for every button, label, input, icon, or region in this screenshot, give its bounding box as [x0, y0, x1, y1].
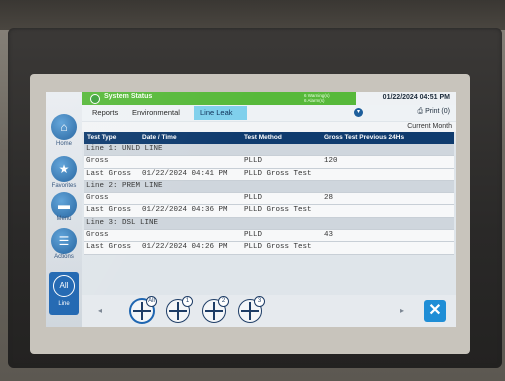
line-3-button[interactable]: 3: [238, 296, 265, 323]
breadcrumb-reports[interactable]: Reports: [92, 108, 118, 117]
line-1-button[interactable]: 1: [166, 296, 193, 323]
col-test-type: Test Type: [87, 134, 117, 141]
breadcrumb-line-leak[interactable]: Line Leak: [194, 106, 247, 120]
gross-value: 43: [324, 231, 334, 240]
date-time: 01/22/2024 04:36 PM: [142, 206, 228, 215]
test-type: Gross: [86, 231, 109, 240]
table-row[interactable]: Line 1: UNLD LINE: [84, 144, 454, 157]
line-2-button[interactable]: 2: [202, 296, 229, 323]
scroll-right-icon[interactable]: ▸: [400, 306, 404, 315]
test-type: Last Gross: [86, 243, 132, 252]
line-leak-table: Test Type Date / Time Test Method Gross …: [84, 132, 454, 255]
table-row[interactable]: Last Gross 01/22/2024 04:36 PM PLLD Gros…: [84, 205, 454, 218]
table-row[interactable]: Last Gross 01/22/2024 04:41 PM PLLD Gros…: [84, 168, 454, 181]
actions-icon[interactable]: ☰: [51, 228, 77, 254]
test-type: Gross: [86, 194, 109, 203]
scroll-left-icon[interactable]: ◂: [98, 306, 102, 315]
period-bar: Current Month: [82, 122, 456, 132]
status-bar[interactable]: System Status 6 Warning(s) 6 Alarm(s) 01…: [82, 92, 456, 105]
line-label: Line: [58, 301, 70, 307]
warning-alarm-count[interactable]: 6 Warning(s) 6 Alarm(s): [304, 93, 330, 103]
nav-favorites-label: Favorites: [51, 183, 77, 189]
home-icon[interactable]: ⌂: [51, 114, 77, 140]
close-icon[interactable]: ✕: [424, 300, 446, 322]
test-method: PLLD: [244, 194, 263, 203]
all-lines-label: All: [53, 275, 75, 297]
chevron-down-icon[interactable]: ▾: [354, 108, 363, 117]
table-row[interactable]: Gross PLLD 43: [84, 230, 454, 243]
line-title: Line 1: UNLD LINE: [86, 145, 163, 153]
period-label: Current Month: [407, 123, 452, 130]
print-label: Print (0): [425, 108, 450, 115]
table-header: Test Type Date / Time Test Method Gross …: [84, 132, 454, 144]
table-row[interactable]: Last Gross 01/22/2024 04:26 PM PLLD Gros…: [84, 242, 454, 255]
col-gross-test: Gross Test Previous 24Hs: [324, 134, 405, 141]
test-type: Last Gross: [86, 169, 132, 178]
line-title: Line 2: PREM LINE: [86, 181, 163, 190]
test-method: PLLD: [244, 231, 263, 240]
breadcrumb-environmental[interactable]: Environmental: [132, 108, 180, 117]
top-dark-band: [0, 0, 505, 30]
alarms-count: 6 Alarm(s): [304, 98, 325, 103]
star-icon[interactable]: ★: [51, 156, 77, 182]
datetime-box: 01/22/2024 04:51 PM: [356, 92, 456, 105]
status-icon: [90, 94, 100, 104]
test-method: PLLD Gross Test: [244, 243, 312, 252]
gross-value: 120: [324, 157, 338, 166]
line-selector-bar: ◂ All 1 2 3 ▸ ✕: [82, 295, 456, 327]
left-nav: ⌂ Home ★ Favorites ▬ Menu ☰ Actions All …: [46, 92, 82, 327]
test-type: Last Gross: [86, 206, 132, 215]
table-row[interactable]: Gross PLLD 120: [84, 156, 454, 169]
date-time: 01/22/2024 04:26 PM: [142, 243, 228, 252]
line-filter-button[interactable]: All Line: [49, 272, 79, 315]
test-type: Gross: [86, 157, 109, 166]
table-row[interactable]: Line 3: DSL LINE: [84, 217, 454, 231]
nav-actions-label: Actions: [54, 254, 74, 260]
line-title: Line 3: DSL LINE: [86, 218, 159, 227]
gross-value: 28: [324, 194, 334, 203]
table-row[interactable]: Line 2: PREM LINE: [84, 180, 454, 194]
col-test-method: Test Method: [244, 134, 282, 141]
date-time: 01/22/2024 04:41 PM: [142, 169, 228, 178]
line-badge: 3: [254, 296, 265, 307]
datetime: 01/22/2024 04:51 PM: [382, 94, 450, 101]
printer-icon: ⎙: [417, 108, 426, 115]
line-badge: All: [146, 296, 157, 307]
test-method: PLLD: [244, 157, 263, 166]
line-badge: 2: [218, 296, 229, 307]
line-badge: 1: [182, 296, 193, 307]
table-row[interactable]: Gross PLLD 28: [84, 193, 454, 206]
menu-icon[interactable]: ▬: [51, 192, 77, 218]
nav-home-label: Home: [55, 141, 72, 147]
line-all-button[interactable]: All: [130, 296, 157, 323]
print-button[interactable]: ⎙ Print (0): [418, 108, 450, 116]
status-title: System Status: [104, 93, 153, 100]
breadcrumb: Reports Environmental Line Leak ▾ ⎙ Prin…: [82, 105, 456, 121]
nav-menu-label: Menu: [56, 216, 72, 222]
test-method: PLLD Gross Test: [244, 206, 312, 215]
touch-screen: ⌂ Home ★ Favorites ▬ Menu ☰ Actions All …: [46, 92, 456, 327]
test-method: PLLD Gross Test: [244, 169, 312, 178]
col-date-time: Date / Time: [142, 134, 177, 141]
